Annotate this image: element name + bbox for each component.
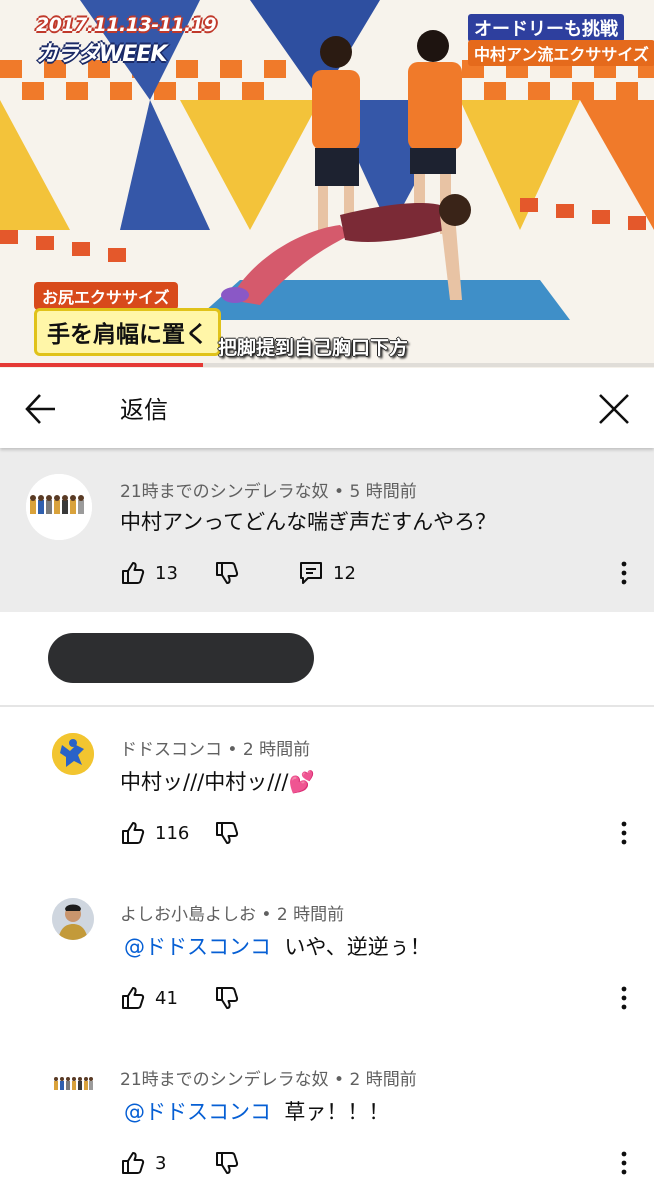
video-progress-bar[interactable] bbox=[0, 363, 654, 367]
person-photo-avatar bbox=[52, 898, 94, 940]
more-options-button[interactable] bbox=[614, 818, 634, 848]
parent-comment: 21時までのシンデレラな奴 • 5 時間前 中村アンってどんな喘ぎ声だすんやろ？… bbox=[0, 448, 654, 612]
thumbs-down-icon bbox=[216, 822, 239, 844]
mention-link[interactable]: @ドドスコンコ bbox=[124, 1100, 271, 1124]
dancing-figure-avatar bbox=[52, 733, 94, 775]
more-options-button[interactable] bbox=[614, 1148, 634, 1178]
more-options-button[interactable] bbox=[614, 558, 634, 588]
video-date-overlay: 2017.11.13-11.19 bbox=[36, 14, 217, 36]
comment-body: 草ァ！！！ bbox=[284, 1100, 390, 1124]
comment-time: 2 時間前 bbox=[276, 905, 345, 925]
close-icon bbox=[599, 394, 629, 424]
more-vert-icon bbox=[621, 561, 627, 585]
divider bbox=[0, 705, 654, 707]
group-photo-avatar bbox=[26, 474, 92, 540]
comment-meta: ドドスコンコ • 2 時間前 bbox=[120, 740, 311, 760]
page-title: 返信 bbox=[120, 396, 168, 424]
thumbs-down-icon bbox=[216, 987, 239, 1009]
like-button[interactable]: 13 bbox=[120, 560, 178, 586]
comment-text: 中村ッ///中村ッ///💕 bbox=[120, 770, 315, 794]
comment-author[interactable]: 21時までのシンデレラな奴 bbox=[120, 482, 329, 502]
comment-author[interactable]: 21時までのシンデレラな奴 bbox=[120, 1070, 329, 1090]
reply-count: 12 bbox=[333, 562, 356, 584]
comment-meta: 21時までのシンデレラな奴 • 5 時間前 bbox=[120, 482, 417, 502]
comment-time: 5 時間前 bbox=[349, 482, 417, 502]
more-vert-icon bbox=[621, 986, 627, 1010]
comment-meta: よしお小島よしお • 2 時間前 bbox=[120, 905, 345, 925]
like-count: 13 bbox=[155, 562, 178, 584]
comment-time: 2 時間前 bbox=[349, 1070, 417, 1090]
back-button[interactable] bbox=[22, 390, 60, 428]
video-progress-fill bbox=[0, 363, 203, 367]
video-player[interactable]: 2017.11.13-11.19 カラダWEEK オードリーも挑戦 中村アン流エ… bbox=[0, 0, 654, 368]
more-vert-icon bbox=[621, 821, 627, 845]
thumbs-down-icon bbox=[216, 562, 239, 584]
like-count: 3 bbox=[155, 1152, 167, 1174]
close-button[interactable] bbox=[595, 390, 633, 428]
reply-count-button[interactable]: 12 bbox=[298, 560, 356, 586]
thumbs-up-icon bbox=[122, 822, 145, 844]
comment-body: いや、逆逆ぅ！ bbox=[284, 935, 431, 959]
video-topic-overlay: オードリーも挑戦 bbox=[468, 14, 624, 42]
comment-text: 中村アンってどんな喘ぎ声だすんやろ？ bbox=[120, 510, 497, 534]
avatar[interactable] bbox=[52, 1063, 94, 1105]
comment-time: 2 時間前 bbox=[242, 740, 311, 760]
comment-meta: 21時までのシンデレラな奴 • 2 時間前 bbox=[120, 1070, 417, 1090]
comment-author[interactable]: ドドスコンコ bbox=[120, 740, 222, 760]
video-caption-main: 手を肩幅に置く bbox=[34, 308, 221, 356]
comment-text: @ドドスコンコ 草ァ！！！ bbox=[124, 1096, 389, 1126]
like-count: 41 bbox=[155, 987, 178, 1009]
thumbs-up-icon bbox=[122, 987, 145, 1009]
like-button[interactable]: 41 bbox=[120, 985, 178, 1011]
like-button[interactable]: 3 bbox=[120, 1150, 166, 1176]
like-button[interactable]: 116 bbox=[120, 820, 189, 846]
dislike-button[interactable] bbox=[214, 985, 240, 1011]
replies-header: 返信 bbox=[0, 368, 654, 448]
thumbs-down-icon bbox=[216, 1152, 239, 1174]
comment-author[interactable]: よしお小島よしお bbox=[120, 905, 256, 925]
comment-icon bbox=[300, 562, 322, 584]
avatar[interactable] bbox=[52, 733, 94, 775]
thumbs-up-icon bbox=[122, 562, 145, 584]
dislike-button[interactable] bbox=[214, 1150, 240, 1176]
more-options-button[interactable] bbox=[614, 983, 634, 1013]
dislike-button[interactable] bbox=[214, 820, 240, 846]
more-vert-icon bbox=[621, 1151, 627, 1175]
redacted-block bbox=[48, 633, 314, 683]
video-topic-sub-overlay: 中村アン流エクササイズ bbox=[468, 40, 654, 66]
group-photo-avatar bbox=[52, 1063, 94, 1105]
video-week-overlay: カラダWEEK bbox=[36, 42, 167, 67]
video-caption-label: お尻エクササイズ bbox=[34, 282, 178, 310]
mention-link[interactable]: @ドドスコンコ bbox=[124, 935, 271, 959]
dislike-button[interactable] bbox=[214, 560, 240, 586]
avatar[interactable] bbox=[52, 898, 94, 940]
avatar[interactable] bbox=[26, 474, 92, 540]
thumbs-up-icon bbox=[122, 1152, 145, 1174]
like-count: 116 bbox=[155, 822, 190, 844]
arrow-left-icon bbox=[25, 394, 55, 424]
video-subtitle: 把脚提到自己胸口下方 bbox=[218, 337, 409, 359]
comment-text: @ドドスコンコ いや、逆逆ぅ！ bbox=[124, 931, 431, 961]
